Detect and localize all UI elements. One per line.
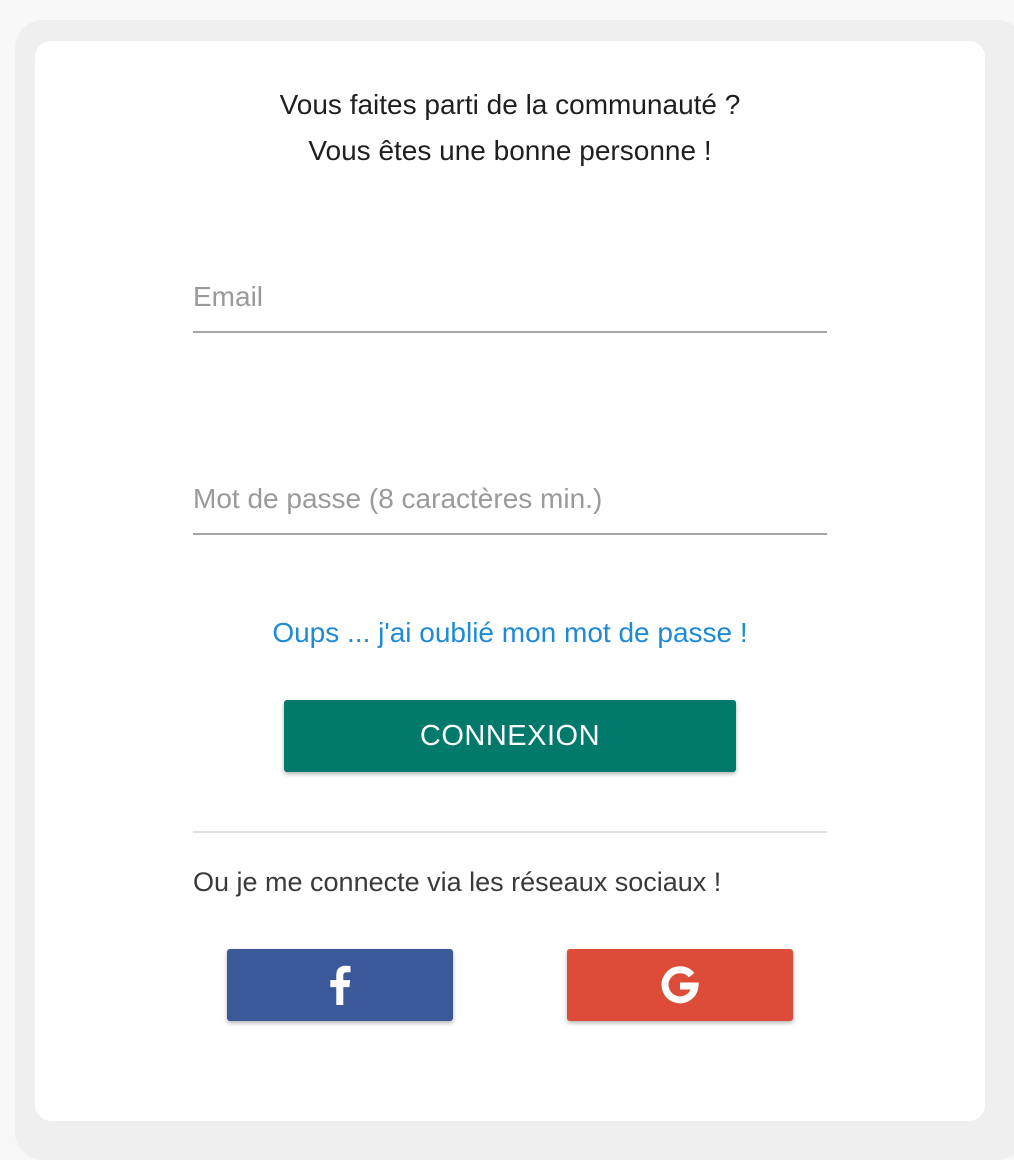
page-title: Vous faites parti de la communauté ? Vou… <box>0 82 1014 174</box>
email-field <box>193 271 827 333</box>
google-icon <box>661 966 699 1004</box>
connexion-button[interactable]: CONNEXION <box>284 700 736 772</box>
email-input[interactable] <box>193 281 827 313</box>
social-login-text: Ou je me connecte via les réseaux sociau… <box>193 867 722 897</box>
password-field <box>193 473 827 535</box>
facebook-login-button[interactable] <box>227 949 453 1021</box>
login-card <box>35 41 985 1121</box>
forgot-password-link[interactable]: Oups ... j'ai oublié mon mot de passe ! <box>0 617 1014 649</box>
password-input[interactable] <box>193 483 827 515</box>
google-login-button[interactable] <box>567 949 793 1021</box>
title-line-2: Vous êtes une bonne personne ! <box>308 135 712 166</box>
title-line-1: Vous faites parti de la communauté ? <box>279 89 741 120</box>
facebook-icon <box>330 965 351 1005</box>
divider <box>193 831 827 833</box>
